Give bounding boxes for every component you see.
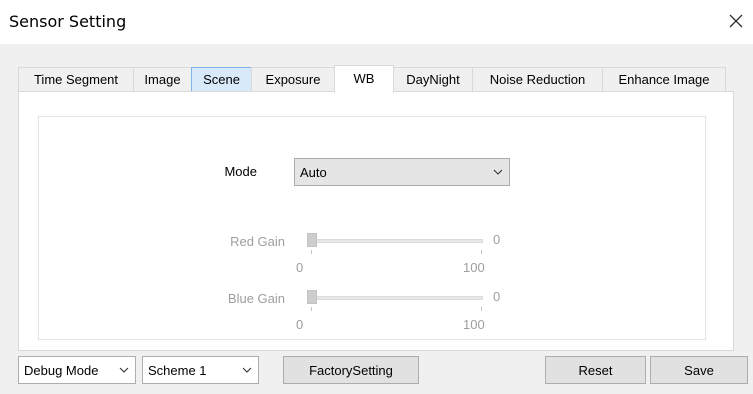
- mode-select[interactable]: Auto: [294, 158, 510, 186]
- blue-gain-slider-thumb[interactable]: [307, 290, 317, 304]
- tab-exposure[interactable]: Exposure: [251, 67, 335, 91]
- reset-button[interactable]: Reset: [545, 356, 646, 384]
- blue-gain-label: Blue Gain: [227, 291, 285, 306]
- tab-image[interactable]: Image: [133, 67, 192, 91]
- red-gain-slider-track[interactable]: [307, 239, 483, 243]
- window-title: Sensor Setting: [9, 12, 127, 31]
- blue-gain-min: 0: [296, 317, 304, 332]
- tab-wb[interactable]: WB: [334, 65, 394, 93]
- red-gain-tick-max: [481, 250, 482, 254]
- save-button[interactable]: Save: [650, 356, 748, 384]
- red-gain-label: Red Gain: [230, 234, 285, 249]
- mode-value: Auto: [300, 164, 327, 180]
- wb-settings-group: Mode Auto Red Gain 0 0 100 Blue Gain 0 0…: [38, 116, 706, 340]
- tab-noise-reduction[interactable]: Noise Reduction: [472, 67, 603, 91]
- red-gain-tick-min: [311, 250, 312, 254]
- tab-scene[interactable]: Scene: [191, 67, 252, 91]
- wb-panel: Mode Auto Red Gain 0 0 100 Blue Gain 0 0…: [18, 91, 734, 351]
- scheme-select[interactable]: Scheme 1: [142, 356, 259, 384]
- red-gain-slider-thumb[interactable]: [307, 233, 317, 247]
- chevron-down-icon: [242, 367, 252, 373]
- title-bar: Sensor Setting: [0, 0, 753, 44]
- red-gain-max: 100: [463, 260, 485, 275]
- tab-daynight[interactable]: DayNight: [393, 67, 473, 91]
- blue-gain-slider-track[interactable]: [307, 296, 483, 300]
- tab-enhance-image[interactable]: Enhance Image: [602, 67, 726, 91]
- mode-label: Mode: [224, 164, 257, 179]
- blue-gain-tick-min: [311, 307, 312, 311]
- debug-mode-value: Debug Mode: [24, 362, 99, 378]
- sensor-setting-dialog: Sensor Setting Time Segment Image Scene …: [0, 0, 753, 394]
- factory-setting-button[interactable]: FactorySetting: [283, 356, 419, 384]
- blue-gain-tick-max: [481, 307, 482, 311]
- scheme-value: Scheme 1: [148, 362, 207, 378]
- chevron-down-icon: [119, 367, 129, 373]
- blue-gain-max: 100: [463, 317, 485, 332]
- close-icon: [729, 14, 743, 28]
- blue-gain-value: 0: [493, 289, 501, 304]
- debug-mode-select[interactable]: Debug Mode: [18, 356, 136, 384]
- tab-time-segment[interactable]: Time Segment: [18, 67, 134, 91]
- red-gain-value: 0: [493, 232, 501, 247]
- red-gain-min: 0: [296, 260, 304, 275]
- close-button[interactable]: [725, 10, 747, 32]
- chevron-down-icon: [493, 169, 503, 175]
